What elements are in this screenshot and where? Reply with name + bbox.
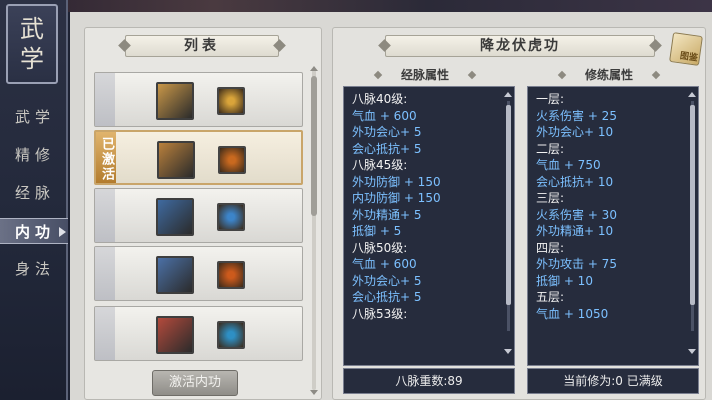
- skill-title-header: 降龙伏虎功: [378, 35, 662, 57]
- meridian-scroll-down-icon[interactable]: [504, 349, 512, 354]
- attr-stat-line: 抵御 + 5: [352, 224, 402, 238]
- blue-slash-icon[interactable]: [217, 203, 245, 231]
- cultivation-level-footer: 当前修为:0 已满级: [527, 368, 699, 394]
- yellow-scripture-icon[interactable]: [157, 141, 195, 179]
- attr-stat-line: 外功防御 + 150: [352, 174, 441, 189]
- attr-stat-line: 气血 + 1050: [536, 306, 609, 321]
- attr-stat-line: 气血 + 750: [536, 158, 601, 172]
- meridian-scroll-up-icon[interactable]: [504, 92, 512, 97]
- meridian-attr-header: 经脉属性: [387, 67, 463, 83]
- top-decor-strip: [0, 0, 712, 12]
- nav-item-jingmai[interactable]: 经脉: [8, 180, 66, 206]
- skill-list-row[interactable]: [94, 72, 303, 127]
- row-decoration: [95, 189, 115, 242]
- list-panel: 列表 已激活 激活内功: [84, 27, 322, 400]
- cultivation-attr-header: 修练属性: [571, 67, 647, 83]
- list-scrollbar-thumb[interactable]: [311, 76, 317, 216]
- title-char-1: 武: [20, 15, 44, 43]
- attr-stat-line: 气血 + 600: [352, 257, 417, 271]
- nav-label: 精修: [15, 146, 56, 164]
- title-char-2: 学: [20, 45, 44, 73]
- attr-stat-line: 会心抵抗+ 5: [352, 290, 422, 304]
- cultivation-attr-box: 一层: 火系伤害 + 25 外功会心+ 10 二层: 气血 + 750 会心抵抗+ 10 三…: [527, 86, 699, 366]
- red-scripture-icon[interactable]: [156, 316, 194, 354]
- skill-list-row[interactable]: [94, 188, 303, 243]
- meridian-attr-box: 八脉40级: 气血 + 600 外功会心+ 5 会心抵抗+ 5 八脉45级: 外功防御 +…: [343, 86, 515, 366]
- activate-neigong-button[interactable]: 激活内功: [152, 370, 238, 396]
- skill-list-row[interactable]: [94, 246, 303, 301]
- nav-label: 身法: [15, 260, 56, 278]
- attr-level-heading: 一层:: [536, 92, 565, 106]
- blue-scripture-icon[interactable]: [156, 198, 194, 236]
- fire-claw-icon[interactable]: [218, 146, 246, 174]
- nav-label: 内功: [15, 223, 56, 241]
- nav-label: 经脉: [15, 184, 56, 202]
- attr-level-heading: 四层:: [536, 240, 565, 255]
- attr-stat-line: 会心抵抗+ 10: [536, 174, 614, 189]
- attr-stat-line: 火系伤害 + 30: [536, 207, 617, 222]
- martial-arts-title: 武 学: [6, 4, 58, 84]
- attr-stat-line: 外功精通+ 10: [536, 224, 614, 238]
- attr-stat-line: 外功攻击 + 75: [536, 257, 617, 271]
- attr-stat-line: 气血 + 600: [352, 108, 417, 123]
- row-decoration: [95, 307, 115, 360]
- blue-scripture-icon[interactable]: [156, 256, 194, 294]
- yellow-scripture-icon[interactable]: [156, 82, 194, 120]
- attr-stat-line: 外功精通+ 5: [352, 207, 422, 222]
- fire-sword-icon[interactable]: [217, 261, 245, 289]
- attr-level-heading: 二层:: [536, 141, 565, 156]
- taiji-icon[interactable]: [217, 321, 245, 349]
- attr-stat-line: 外功会心+ 5: [352, 125, 422, 139]
- row-decoration: [95, 73, 115, 126]
- attr-level-heading: 八脉50级:: [352, 240, 408, 255]
- meridian-scroll-thumb[interactable]: [506, 105, 511, 305]
- list-header-label: 列表: [184, 38, 220, 54]
- codex-label: 图鉴: [679, 51, 699, 64]
- nav-item-jingxiu[interactable]: 精修: [8, 142, 66, 168]
- nav-item-shenfa[interactable]: 身法: [8, 256, 66, 282]
- attr-level-heading: 八脉53级:: [352, 306, 408, 321]
- codex-icon[interactable]: 图鉴: [669, 32, 703, 66]
- cultivation-scroll-thumb[interactable]: [690, 105, 695, 305]
- skill-title: 降龙伏虎功: [480, 38, 560, 54]
- nav-item-neigong[interactable]: 内功: [0, 218, 68, 244]
- attr-level-heading: 五层:: [536, 290, 565, 304]
- attr-stat-line: 外功会心+ 5: [352, 273, 422, 288]
- nav-item-wuxue[interactable]: 武学: [8, 104, 66, 130]
- row-decoration: [95, 247, 115, 300]
- detail-panel: 降龙伏虎功 图鉴 经脉属性 修练属性 八脉40级: 气血 + 600 外功会心+ 5…: [332, 27, 706, 400]
- nav-label: 武学: [15, 108, 56, 126]
- skill-list-row[interactable]: 已激活: [94, 130, 303, 185]
- scroll-down-arrow-icon[interactable]: [310, 390, 318, 395]
- attr-stat-line: 外功会心+ 10: [536, 125, 614, 139]
- golden-burst-icon[interactable]: [217, 87, 245, 115]
- cultivation-scroll-up-icon[interactable]: [688, 92, 696, 97]
- attr-stat-line: 会心抵抗+ 5: [352, 141, 422, 156]
- attr-stat-line: 内功防御 + 150: [352, 191, 441, 205]
- cultivation-scroll-down-icon[interactable]: [688, 349, 696, 354]
- attr-level-heading: 八脉40级:: [352, 92, 408, 106]
- side-nav: 武 学 武学 精修 经脉 内功 身法: [0, 0, 68, 400]
- meridian-count-footer: 八脉重数:89: [343, 368, 515, 394]
- attr-level-heading: 三层:: [536, 191, 565, 205]
- attr-level-heading: 八脉45级:: [352, 158, 408, 172]
- list-header: 列表: [118, 35, 286, 57]
- activated-tag: 已激活: [96, 132, 116, 183]
- scroll-up-arrow-icon[interactable]: [310, 66, 318, 71]
- attr-stat-line: 抵御 + 10: [536, 273, 593, 288]
- skill-list-row[interactable]: [94, 306, 303, 361]
- attr-stat-line: 火系伤害 + 25: [536, 108, 617, 123]
